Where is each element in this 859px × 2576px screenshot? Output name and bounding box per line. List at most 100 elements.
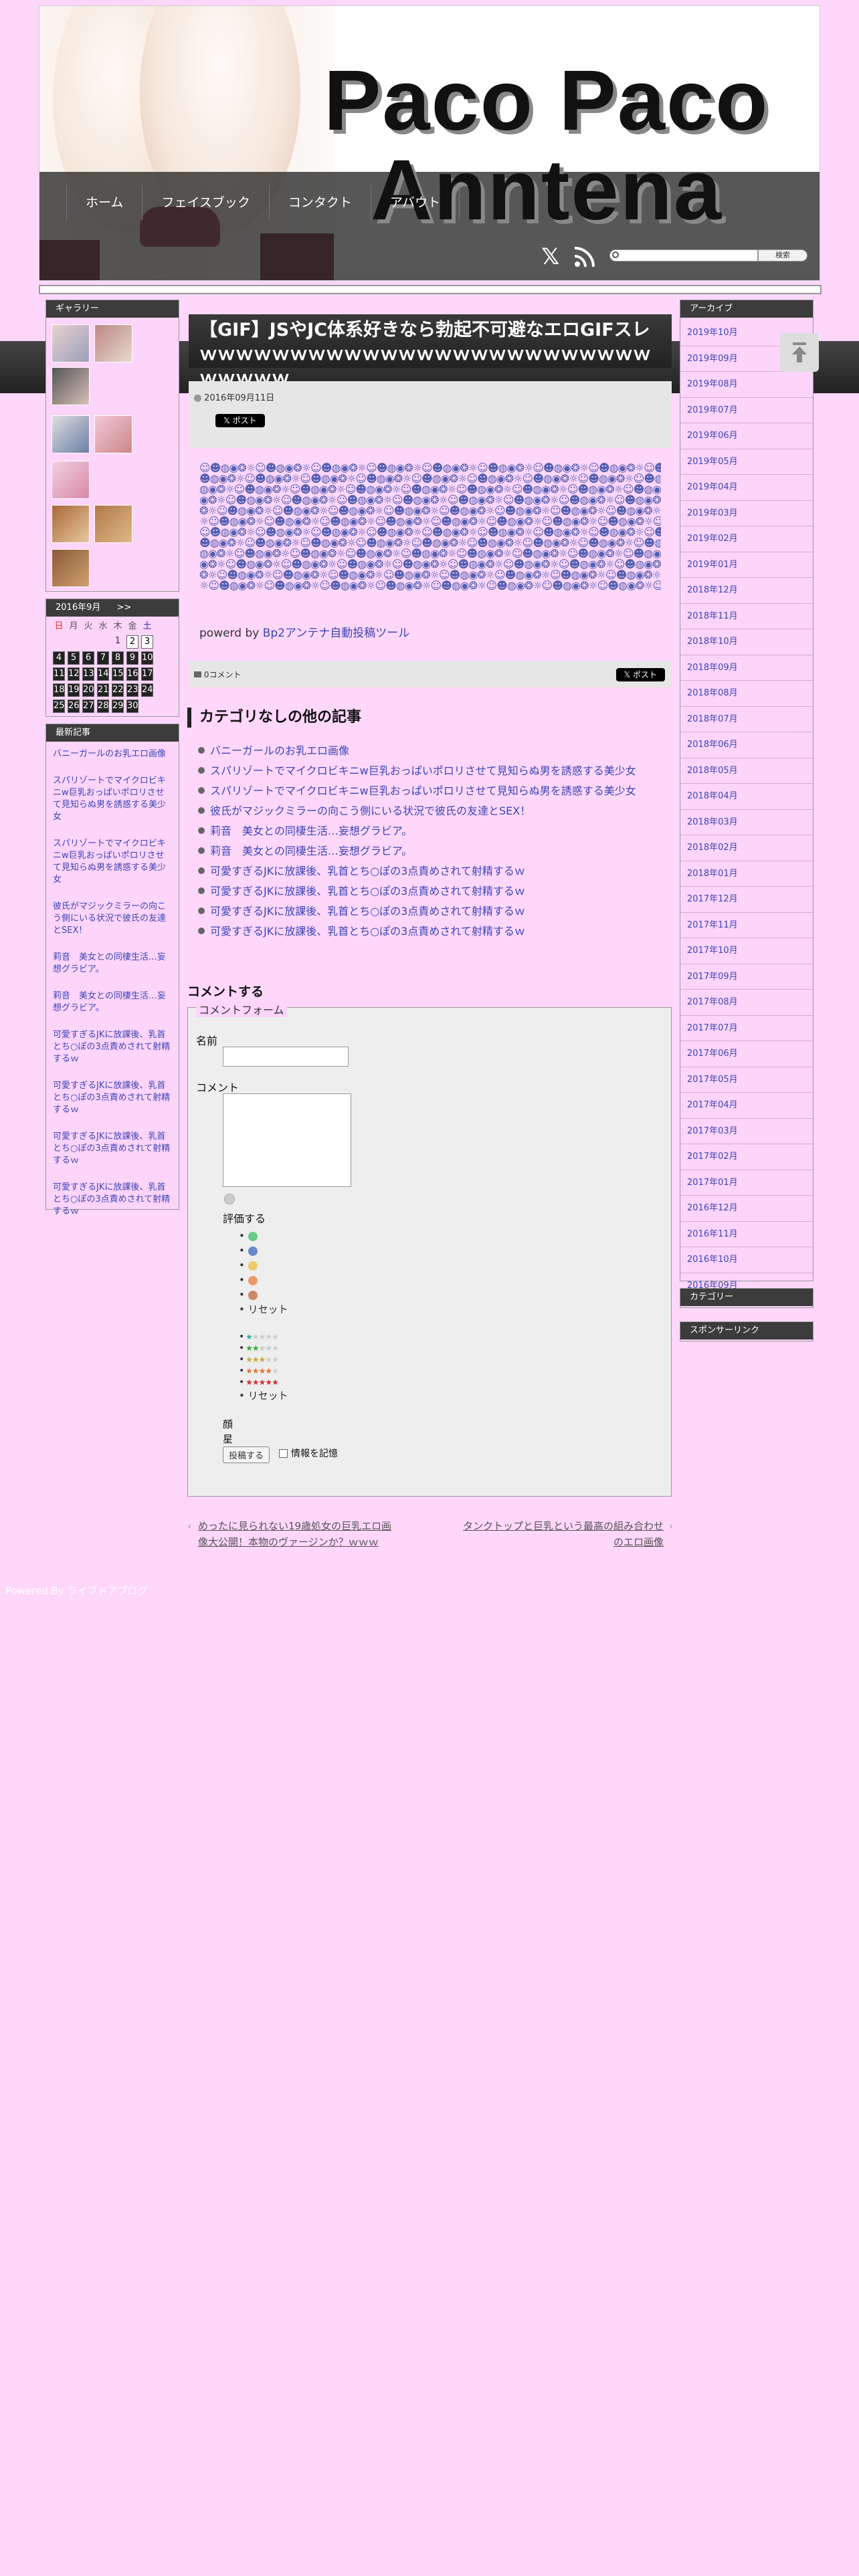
x-icon[interactable]: 𝕏 xyxy=(541,245,564,268)
archive-link[interactable]: 2018年10月 xyxy=(680,629,813,655)
archive-link[interactable]: 2017年07月 xyxy=(680,1016,813,1041)
face-icon-3[interactable] xyxy=(248,1261,258,1271)
archive-link[interactable]: 2019年07月 xyxy=(680,398,813,423)
calendar-day[interactable]: 24 xyxy=(141,683,153,697)
calendar-day[interactable]: 13 xyxy=(82,667,94,681)
archive-link[interactable]: 2017年11月 xyxy=(680,913,813,938)
tweet-button-bottom[interactable]: 𝕏 ポスト xyxy=(615,667,665,681)
face-reset[interactable]: リセット xyxy=(248,1303,288,1315)
archive-link[interactable]: 2017年04月 xyxy=(680,1093,813,1119)
next-post-link[interactable]: タンクトップと巨乳という最高の組み合わせのエロ画像 xyxy=(463,1518,664,1550)
calendar-day[interactable]: 11 xyxy=(53,667,65,681)
archive-link[interactable]: 2017年09月 xyxy=(680,964,813,990)
gallery-thumb[interactable] xyxy=(52,549,90,587)
calendar-day[interactable]: 28 xyxy=(97,700,109,713)
archive-link[interactable]: 2018年12月 xyxy=(680,578,813,604)
archive-link[interactable]: 2019年01月 xyxy=(680,552,813,578)
prev-post-link[interactable]: めったに見られない19歳処女の巨乳エロ画像大公開！本物のヴァージンか？ｗｗｗ xyxy=(198,1518,399,1550)
archive-link[interactable]: 2017年01月 xyxy=(680,1170,813,1196)
related-item[interactable]: スパリゾートでマイクロビキニw巨乳おっぱいポロリさせて見知らぬ男を誘惑する美少女 xyxy=(198,761,673,781)
recent-post-link[interactable]: スパリゾートでマイクロビキニw巨乳おっぱいポロリさせて見知らぬ男を誘惑する美少女 xyxy=(46,838,179,886)
archive-link[interactable]: 2019年03月 xyxy=(680,501,813,526)
star-row-5[interactable]: • ★★★★★ xyxy=(239,1377,288,1388)
calendar-day[interactable]: 6 xyxy=(82,651,94,665)
gallery-thumb[interactable] xyxy=(52,367,90,405)
calendar-day[interactable]: 18 xyxy=(53,683,65,697)
comment-count[interactable]: 0コメント xyxy=(194,669,241,680)
calendar-day[interactable]: 17 xyxy=(141,667,153,681)
calendar-day[interactable]: 15 xyxy=(112,667,124,681)
gallery-thumb[interactable] xyxy=(94,324,132,362)
nav-home[interactable]: ホーム xyxy=(67,185,143,220)
related-item[interactable]: 可愛すぎるJKに放課後、乳首とち○ぽの3点責めされて射精するｗ xyxy=(198,881,673,901)
archive-link[interactable]: 2018年01月 xyxy=(680,861,813,887)
tweet-button-top[interactable]: 𝕏 ポスト xyxy=(215,413,265,427)
archive-link[interactable]: 2017年08月 xyxy=(680,990,813,1016)
site-title-line1[interactable]: Paco Paco xyxy=(324,58,769,144)
archive-link[interactable]: 2018年08月 xyxy=(680,681,813,707)
calendar-day[interactable]: 8 xyxy=(112,651,124,665)
calendar-next-link[interactable]: >> xyxy=(117,603,132,613)
archive-link[interactable]: 2017年03月 xyxy=(680,1119,813,1144)
search-button[interactable]: 検索 xyxy=(758,249,807,261)
calendar-day[interactable]: 20 xyxy=(82,683,94,697)
archive-link[interactable]: 2018年06月 xyxy=(680,732,813,758)
calendar-day[interactable]: 16 xyxy=(126,667,138,681)
search-input[interactable] xyxy=(609,249,758,261)
archive-link[interactable]: 2018年05月 xyxy=(680,758,813,784)
related-item[interactable]: 莉音 美女との同棲生活…妄想グラビア。 xyxy=(198,821,673,841)
recent-post-link[interactable]: 彼氏がマジックミラーの向こう側にいる状況で彼氏の友達とSEX！ xyxy=(46,901,179,937)
archive-link[interactable]: 2018年03月 xyxy=(680,810,813,835)
archive-link[interactable]: 2016年11月 xyxy=(680,1222,813,1247)
calendar-day[interactable]: 14 xyxy=(97,667,109,681)
calendar-day[interactable]: 23 xyxy=(126,683,138,697)
gallery-thumb[interactable] xyxy=(94,415,132,453)
archive-link[interactable]: 2019年06月 xyxy=(680,423,813,449)
calendar-day[interactable]: 30 xyxy=(126,700,138,713)
calendar-day[interactable]: 12 xyxy=(68,667,80,681)
calendar-day[interactable]: 19 xyxy=(68,683,80,697)
archive-link[interactable]: 2019年08月 xyxy=(680,372,813,398)
remember-checkbox[interactable] xyxy=(279,1449,288,1458)
recent-post-link[interactable]: 可愛すぎるJKに放課後、乳首とち○ぽの3点責めされて射精するｗ xyxy=(46,1182,179,1218)
face-icon-4[interactable] xyxy=(248,1275,258,1285)
star-row-1[interactable]: • ★★★★★ xyxy=(239,1331,288,1343)
related-item[interactable]: スパリゾートでマイクロビキニw巨乳おっぱいポロリさせて見知らぬ男を誘惑する美少女 xyxy=(198,781,673,801)
nav-contact[interactable]: コンタクト xyxy=(270,185,371,220)
calendar-day[interactable]: 27 xyxy=(82,700,94,713)
archive-link[interactable]: 2019年02月 xyxy=(680,526,813,552)
related-item[interactable]: 可愛すぎるJKに放課後、乳首とち○ぽの3点責めされて射精するｗ xyxy=(198,922,673,942)
calendar-day[interactable]: 5 xyxy=(68,651,80,665)
related-item[interactable]: 莉音 美女との同棲生活…妄想グラビア。 xyxy=(198,841,673,861)
gallery-thumb[interactable] xyxy=(52,505,90,543)
gallery-thumb[interactable] xyxy=(94,505,132,543)
related-item[interactable]: 可愛すぎるJKに放課後、乳首とち○ぽの3点責めされて射精するｗ xyxy=(198,861,673,881)
archive-link[interactable]: 2017年12月 xyxy=(680,887,813,913)
calendar-day[interactable]: 21 xyxy=(97,683,109,697)
name-input[interactable] xyxy=(223,1047,349,1067)
star-row-4[interactable]: • ★★★★★ xyxy=(239,1366,288,1377)
archive-link[interactable]: 2017年05月 xyxy=(680,1067,813,1093)
calendar-day[interactable]: 7 xyxy=(97,651,109,665)
nav-about[interactable]: アバウト xyxy=(371,185,460,220)
face-icon-2[interactable] xyxy=(248,1246,258,1256)
post-title[interactable]: 【GIF】JSやJC体系好きなら勃起不可避なエロGIFスレｗｗｗｗｗｗｗｗｗｗｗ… xyxy=(189,314,672,389)
archive-link[interactable]: 2019年05月 xyxy=(680,449,813,475)
calendar-day[interactable]: 25 xyxy=(53,700,65,713)
star-row-3[interactable]: • ★★★★★ xyxy=(239,1354,288,1366)
archive-link[interactable]: 2017年06月 xyxy=(680,1041,813,1067)
calendar-day[interactable]: 26 xyxy=(68,700,80,713)
recent-post-link[interactable]: 可愛すぎるJKに放課後、乳首とち○ぽの3点責めされて射精するｗ xyxy=(46,1080,179,1116)
archive-link[interactable]: 2018年09月 xyxy=(680,655,813,681)
calendar-day[interactable]: 9 xyxy=(126,651,138,665)
recent-post-link[interactable]: スパリゾートでマイクロビキニw巨乳おっぱいポロリさせて見知らぬ男を誘惑する美少女 xyxy=(46,775,179,823)
archive-link[interactable]: 2016年10月 xyxy=(680,1247,813,1273)
gallery-thumb[interactable] xyxy=(52,324,90,362)
archive-link[interactable]: 2018年02月 xyxy=(680,835,813,861)
gallery-thumb[interactable] xyxy=(52,461,90,499)
recent-post-link[interactable]: 莉音 美女との同棲生活…妄想グラビア。 xyxy=(46,990,179,1014)
back-to-top-button[interactable] xyxy=(780,333,819,372)
archive-link[interactable]: 2017年02月 xyxy=(680,1144,813,1170)
face-icon-5[interactable] xyxy=(248,1290,258,1300)
face-icon-1[interactable] xyxy=(248,1231,258,1241)
